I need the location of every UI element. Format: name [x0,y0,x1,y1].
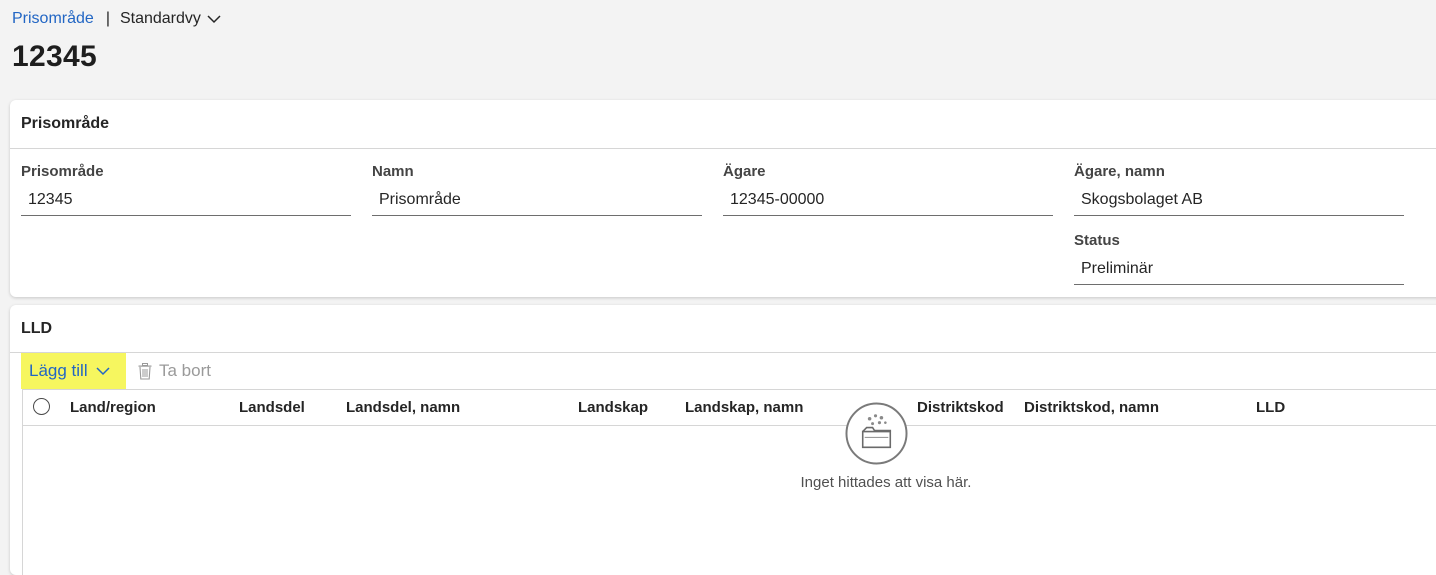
chevron-down-icon [96,367,110,376]
trash-icon [138,362,152,380]
breadcrumb-separator: | [105,10,110,27]
namn-field-group: Namn Prisområde [372,163,702,216]
delete-button[interactable]: Ta bort [138,353,211,389]
agare-namn-field-group: Ägare, namn Skogsbolaget AB [1074,163,1404,216]
select-all-radio[interactable] [33,398,50,415]
column-header-lld[interactable]: LLD [1256,399,1285,416]
agare-namn-field[interactable]: Skogsbolaget AB [1074,190,1404,216]
column-header-land-region[interactable]: Land/region [70,399,156,416]
chevron-down-icon [207,15,221,24]
prisomrade-field-group: Prisområde 12345 [21,163,351,216]
agare-label: Ägare [723,163,766,180]
section-title: Prisområde [21,115,110,132]
section-header[interactable]: LLD [10,305,1436,353]
status-field[interactable]: Preliminär [1074,259,1404,285]
breadcrumb-link-prisomrade[interactable]: Prisområde [12,10,94,28]
add-button-label: Lägg till [29,361,88,380]
view-selector[interactable]: Standardvy [120,10,221,28]
empty-state-message: Inget hittades att visa här. [800,474,972,491]
column-header-landskap[interactable]: Landskap [578,399,648,416]
status-label: Status [1074,232,1120,249]
breadcrumb: Prisområde | Standardvy [12,8,221,30]
general-section: Prisområde Prisområde 12345 Namn Prisomr… [10,100,1436,297]
column-header-landskap-namn[interactable]: Landskap, namn [685,399,803,416]
section-title: LLD [21,320,53,337]
agare-field-group: Ägare 12345-00000 [723,163,1053,216]
add-button[interactable]: Lägg till [21,353,126,389]
agare-field[interactable]: 12345-00000 [723,190,1053,216]
lld-section: LLD Lägg till Ta bort Land/region Landsd… [10,305,1436,575]
column-header-landsdel[interactable]: Landsdel [239,399,305,416]
namn-label: Namn [372,163,414,180]
column-header-distriktskod[interactable]: Distriktskod [917,399,1004,416]
delete-button-label: Ta bort [159,361,211,380]
grid-header-row: Land/region Landsdel Landsdel, namn Land… [23,390,1436,426]
prisomrade-field[interactable]: 12345 [21,190,351,216]
column-header-landsdel-namn[interactable]: Landsdel, namn [346,399,460,416]
status-field-group: Status Preliminär [1074,232,1404,285]
page-title: 12345 [12,40,97,73]
section-header[interactable]: Prisområde [10,100,1436,149]
grid-toolbar: Lägg till Ta bort [20,353,1436,389]
namn-field[interactable]: Prisområde [372,190,702,216]
agare-namn-label: Ägare, namn [1074,163,1165,180]
lld-grid: Land/region Landsdel Landsdel, namn Land… [22,389,1436,575]
column-header-distriktskod-namn[interactable]: Distriktskod, namn [1024,399,1159,416]
empty-folder-icon [845,402,908,465]
prisomrade-label: Prisområde [21,163,104,180]
view-selector-label: Standardvy [119,10,201,27]
